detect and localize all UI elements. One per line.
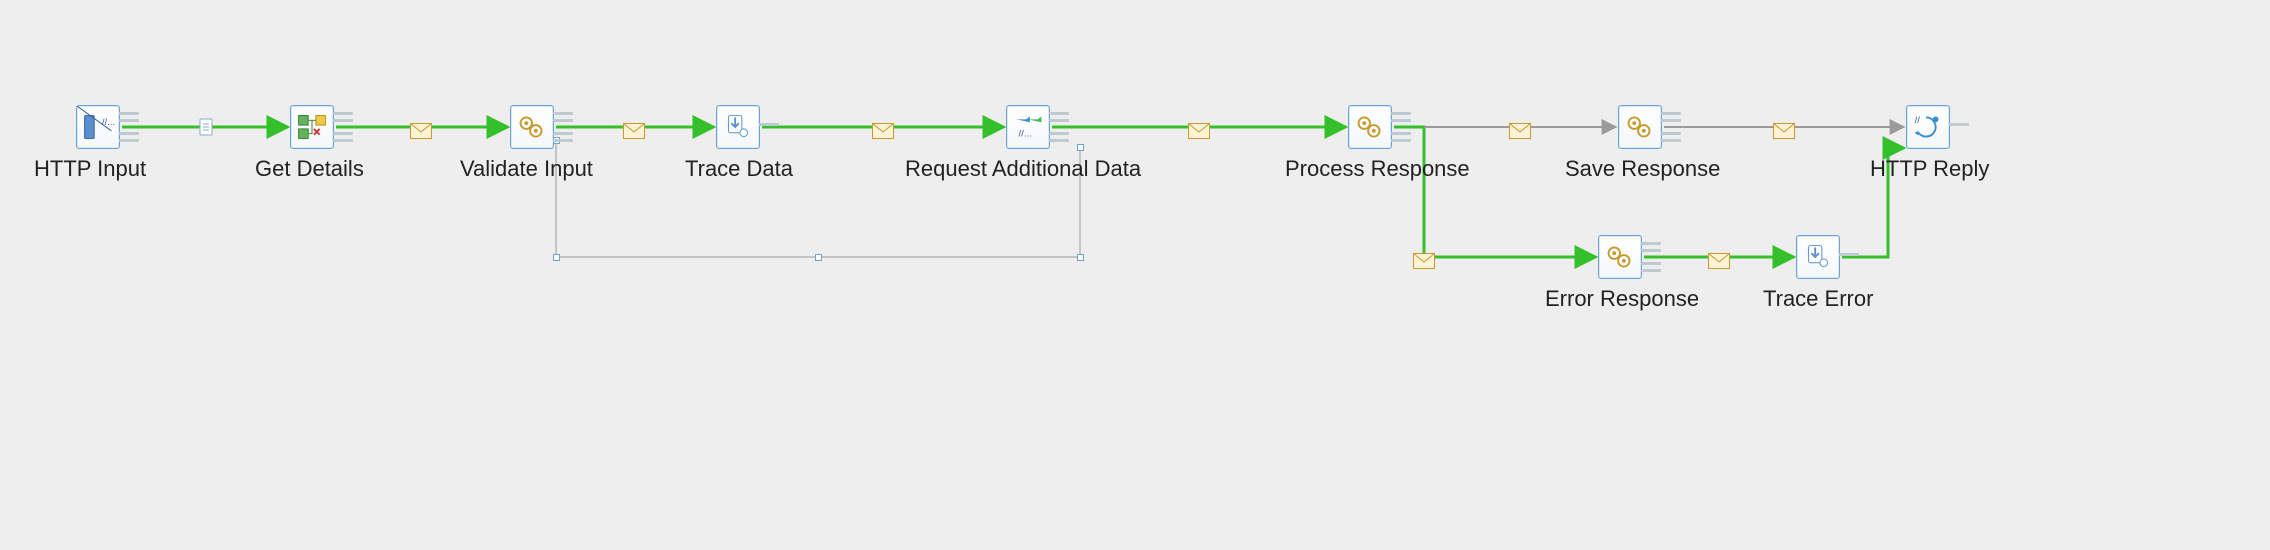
compute-icon [1599, 236, 1641, 278]
output-terminal[interactable] [1641, 242, 1661, 252]
envelope-icon [1188, 119, 1210, 135]
node-http-input[interactable]: //... [76, 105, 120, 149]
output-terminal[interactable] [1949, 123, 1969, 133]
node-label: Error Response [1545, 286, 1699, 312]
node-http-reply[interactable]: // [1906, 105, 1950, 149]
output-terminal[interactable] [1049, 132, 1069, 142]
envelope-icon [410, 119, 432, 135]
flow-connections [0, 0, 2270, 550]
output-terminal[interactable] [333, 132, 353, 142]
envelope-icon [1509, 119, 1531, 135]
node-label: Trace Data [685, 156, 793, 182]
svg-text://...: //... [102, 117, 115, 128]
envelope-icon [623, 119, 645, 135]
output-terminal[interactable] [1391, 132, 1411, 142]
output-terminal[interactable] [1049, 112, 1069, 122]
svg-text://...: //... [1018, 129, 1031, 140]
output-terminal[interactable] [1391, 112, 1411, 122]
selection-handle[interactable] [815, 254, 822, 261]
output-terminal[interactable] [333, 112, 353, 122]
node-label: Get Details [255, 156, 364, 182]
trace-icon [717, 106, 759, 148]
node-label: HTTP Input [34, 156, 146, 182]
trace-icon [1797, 236, 1839, 278]
node-label: HTTP Reply [1870, 156, 1989, 182]
output-terminal[interactable] [759, 123, 779, 133]
output-terminal[interactable] [553, 132, 573, 142]
selection-handle[interactable] [1077, 144, 1084, 151]
node-error-response[interactable] [1598, 235, 1642, 279]
envelope-icon [1773, 119, 1795, 135]
envelope-icon [1708, 249, 1730, 265]
http-request-icon: //... [1007, 106, 1049, 148]
compute-icon [511, 106, 553, 148]
node-label: Request Additional Data [905, 156, 1141, 182]
output-terminal[interactable] [119, 112, 139, 122]
envelope-icon [872, 119, 894, 135]
node-label: Validate Input [460, 156, 593, 182]
node-trace-error[interactable] [1796, 235, 1840, 279]
output-terminal[interactable] [1661, 112, 1681, 122]
node-label: Save Response [1565, 156, 1720, 182]
node-get-details[interactable] [290, 105, 334, 149]
output-terminal[interactable] [1641, 262, 1661, 272]
compute-icon [1619, 106, 1661, 148]
node-trace-data[interactable] [716, 105, 760, 149]
node-process-response[interactable] [1348, 105, 1392, 149]
compute-icon [1349, 106, 1391, 148]
node-label: Process Response [1285, 156, 1470, 182]
selection-handle[interactable] [553, 254, 560, 261]
output-terminal[interactable] [119, 132, 139, 142]
output-terminal[interactable] [1661, 132, 1681, 142]
envelope-icon [1413, 249, 1435, 265]
mapping-icon [291, 106, 333, 148]
node-label: Trace Error [1763, 286, 1873, 312]
svg-text://: // [1915, 115, 1921, 126]
selection-handle[interactable] [1077, 254, 1084, 261]
http-reply-icon: // [1907, 106, 1949, 148]
node-save-response[interactable] [1618, 105, 1662, 149]
node-validate-input[interactable] [510, 105, 554, 149]
node-request-additional-data[interactable]: //... [1006, 105, 1050, 149]
output-terminal[interactable] [553, 112, 573, 122]
http-input-icon: //... [77, 106, 119, 148]
document-icon [197, 117, 217, 137]
output-terminal[interactable] [1839, 253, 1859, 263]
